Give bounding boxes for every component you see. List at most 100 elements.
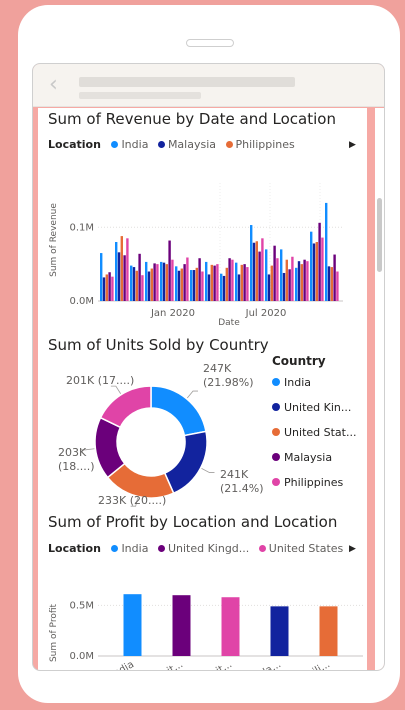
donut-leader-line [186,390,198,399]
revenue-bar [126,238,129,301]
revenue-bar [156,264,159,302]
units-legend: Country India United Kin... United Stat.… [272,354,356,501]
revenue-bar [321,237,324,301]
revenue-bar [273,245,276,301]
back-icon[interactable]: ‹ [49,73,58,97]
revenue-bar [252,242,256,301]
legend-item-united-kingdom[interactable]: United Kin... [272,401,356,426]
revenue-y-axis-label: Sum of Revenue [49,203,59,277]
revenue-bar [267,274,271,301]
revenue-bar [162,262,166,301]
revenue-bar [333,254,336,301]
revenue-chart-title: Sum of Revenue by Date and Location [48,110,336,128]
revenue-bar [270,265,273,301]
legend-dot-icon [272,403,280,411]
revenue-bar [330,267,333,301]
revenue-bar [120,236,123,301]
units-donut-chart: 247K (21.98%) 241K (21.4%) 233K (20....) 203K… [58,362,264,507]
profit-bar-chart: Sum of Profit 0.0M 0.5M India Unit... Unit..… [49,594,363,671]
revenue-bar [123,255,126,301]
revenue-bar [180,268,183,301]
legend-item-united-kingdom[interactable]: United Kingd... [157,542,249,555]
donut-data-label: 233K (20....) [98,494,166,507]
donut-slice-india [150,385,207,437]
legend-item-philippines[interactable]: Philippines [272,476,356,501]
revenue-bar [291,256,294,301]
revenue-bar [201,271,204,301]
legend-item-united-states[interactable]: United States [258,542,343,555]
legend-dot-icon [272,453,280,461]
profit-ytick-label: 0.5M [69,600,94,611]
revenue-bar [177,270,181,301]
donut-data-label: 203K (18....) [58,446,95,473]
report-subtitle-placeholder [79,92,201,99]
revenue-bar [195,267,198,301]
legend-next-arrow-icon[interactable]: ▶ [349,544,356,554]
legend-item-philippines[interactable]: Philippines [225,138,295,151]
revenue-bar [147,271,151,301]
revenue-bar [310,231,313,301]
revenue-bar [285,259,288,301]
revenue-bar [135,270,138,301]
revenue-bar [171,259,174,301]
revenue-bar [205,261,208,301]
phone-frame: ‹ Sum of Revenue by Date and Location Lo… [18,5,400,703]
profit-xtick-label: Unit... [203,659,234,671]
legend-dot-icon [111,545,119,552]
revenue-bar [282,272,286,301]
legend-item-united-states[interactable]: United Stat... [272,426,356,451]
legend-dot-icon [157,141,165,148]
app-header: ‹ [33,64,384,107]
revenue-xtick-label: Jan 2020 [150,308,195,319]
revenue-bar [183,264,186,302]
revenue-bar [198,258,201,301]
scrollbar-thumb[interactable] [377,198,382,272]
revenue-x-axis-label: Date [218,318,240,328]
profit-xtick-label: Unit... [154,659,185,671]
profit-xtick-label: Mala... [249,659,283,671]
revenue-bar [318,222,321,301]
revenue-bar [265,249,268,302]
revenue-bar [111,276,114,301]
revenue-bar [192,270,196,301]
revenue-bar [243,264,246,302]
revenue-bar [327,266,331,301]
revenue-bar [288,269,291,301]
revenue-bar [303,259,306,301]
units-chart-title: Sum of Units Sold by Country [48,336,269,354]
legend-dot-icon [272,428,280,436]
legend-item-india[interactable]: India [111,138,148,151]
revenue-bar [138,253,141,301]
revenue-bar [168,240,171,301]
revenue-bar [306,261,309,301]
legend-item-india[interactable]: India [111,542,148,555]
revenue-bar [237,274,241,301]
revenue-bar [150,268,153,301]
profit-bar [319,606,338,656]
profit-legend-title: Location [48,542,101,555]
revenue-bar [255,241,258,301]
revenue-xtick-label: Jul 2020 [245,308,287,319]
revenue-bar [246,267,249,301]
profit-ytick-label: 0.0M [69,651,94,662]
legend-item-india[interactable]: India [272,376,356,401]
revenue-bar [130,265,133,301]
legend-item-malaysia[interactable]: Malaysia [272,451,356,476]
profit-xtick-label: Phili... [300,659,332,671]
donut-leader-line [201,468,215,473]
revenue-bar [295,267,298,301]
revenue-ytick-label: 0.1M [69,222,94,233]
revenue-bar [165,264,168,302]
revenue-bar [115,242,118,301]
profit-bar [221,597,240,656]
scrollbar[interactable] [375,108,384,670]
profit-bar [123,594,142,656]
legend-next-arrow-icon[interactable]: ▶ [349,140,356,150]
revenue-ytick-label: 0.0M [69,296,94,307]
profit-bar [172,595,191,656]
profit-chart-title: Sum of Profit by Location and Location [48,513,338,531]
donut-leader-line [110,385,121,394]
revenue-bar [312,243,316,301]
legend-item-malaysia[interactable]: Malaysia [157,138,216,151]
revenue-bar [258,251,261,301]
